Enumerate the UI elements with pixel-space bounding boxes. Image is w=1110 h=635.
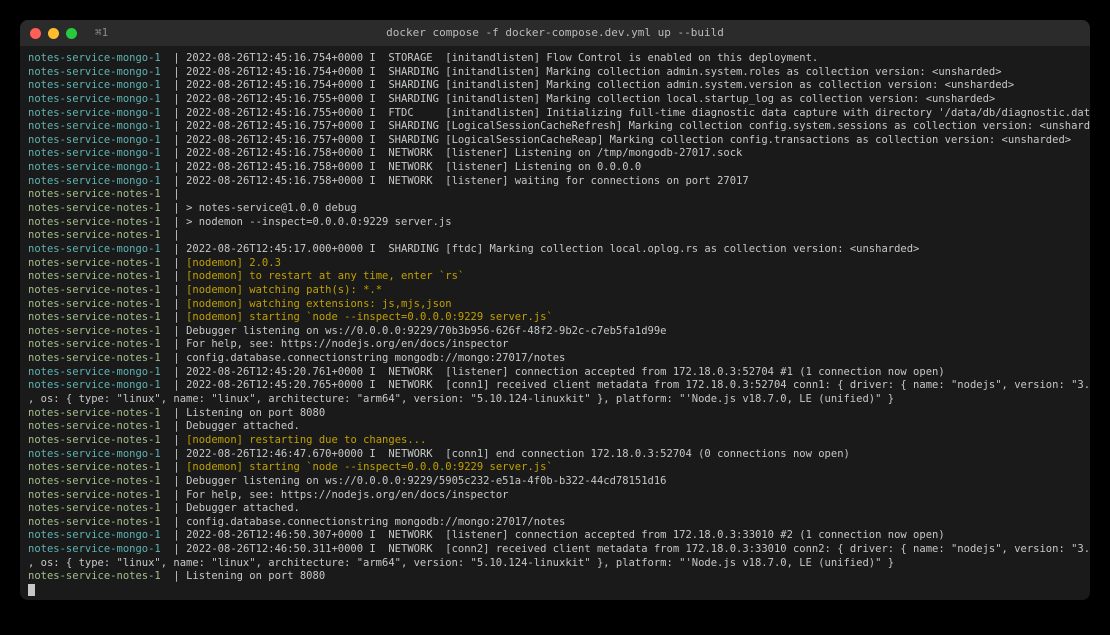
log-line: notes-service-mongo-1 | 2022-08-26T12:45…: [28, 79, 1082, 93]
log-line: notes-service-mongo-1 | 2022-08-26T12:45…: [28, 379, 1082, 393]
log-line: notes-service-notes-1 | > notes-service@…: [28, 202, 1082, 216]
close-icon[interactable]: [30, 28, 41, 39]
terminal-window: ⌘1 docker compose -f docker-compose.dev.…: [20, 20, 1090, 600]
log-line: notes-service-mongo-1 | 2022-08-26T12:45…: [28, 107, 1082, 121]
log-line: notes-service-notes-1 | Listening on por…: [28, 570, 1082, 584]
log-line: notes-service-mongo-1 | 2022-08-26T12:45…: [28, 93, 1082, 107]
log-line: notes-service-mongo-1 | 2022-08-26T12:45…: [28, 366, 1082, 380]
log-line: notes-service-notes-1 | [nodemon] to res…: [28, 270, 1082, 284]
log-line: notes-service-mongo-1 | 2022-08-26T12:45…: [28, 120, 1082, 134]
window-title: docker compose -f docker-compose.dev.yml…: [386, 26, 724, 40]
log-line: notes-service-notes-1 | [nodemon] watchi…: [28, 284, 1082, 298]
log-line: notes-service-notes-1 |: [28, 188, 1082, 202]
terminal-output[interactable]: notes-service-mongo-1 | 2022-08-26T12:45…: [20, 46, 1090, 600]
log-line-continuation: , os: { type: "linux", name: "linux", ar…: [28, 557, 1082, 571]
log-line: notes-service-notes-1 | Listening on por…: [28, 407, 1082, 421]
log-line: notes-service-notes-1 | Debugger listeni…: [28, 475, 1082, 489]
log-line: notes-service-notes-1 | [nodemon] watchi…: [28, 298, 1082, 312]
log-line: notes-service-notes-1 |: [28, 229, 1082, 243]
log-line: notes-service-notes-1 | Debugger listeni…: [28, 325, 1082, 339]
log-line: notes-service-notes-1 | For help, see: h…: [28, 489, 1082, 503]
log-line: notes-service-mongo-1 | 2022-08-26T12:46…: [28, 448, 1082, 462]
log-line-continuation: , os: { type: "linux", name: "linux", ar…: [28, 393, 1082, 407]
log-line: notes-service-notes-1 | config.database.…: [28, 352, 1082, 366]
log-line: notes-service-notes-1 | Debugger attache…: [28, 420, 1082, 434]
tab-label[interactable]: ⌘1: [95, 26, 108, 40]
log-line: notes-service-mongo-1 | 2022-08-26T12:45…: [28, 134, 1082, 148]
traffic-lights: [30, 28, 77, 39]
titlebar: ⌘1 docker compose -f docker-compose.dev.…: [20, 20, 1090, 46]
log-line: notes-service-mongo-1 | 2022-08-26T12:45…: [28, 147, 1082, 161]
log-line: notes-service-notes-1 | Debugger attache…: [28, 502, 1082, 516]
log-line: notes-service-notes-1 | config.database.…: [28, 516, 1082, 530]
log-line: notes-service-notes-1 | [nodemon] starti…: [28, 461, 1082, 475]
maximize-icon[interactable]: [66, 28, 77, 39]
log-line: notes-service-mongo-1 | 2022-08-26T12:46…: [28, 529, 1082, 543]
log-line: notes-service-notes-1 | [nodemon] starti…: [28, 311, 1082, 325]
log-line: notes-service-notes-1 | For help, see: h…: [28, 338, 1082, 352]
log-line: notes-service-mongo-1 | 2022-08-26T12:46…: [28, 543, 1082, 557]
log-line: notes-service-mongo-1 | 2022-08-26T12:45…: [28, 243, 1082, 257]
minimize-icon[interactable]: [48, 28, 59, 39]
log-line: notes-service-mongo-1 | 2022-08-26T12:45…: [28, 175, 1082, 189]
log-line: notes-service-mongo-1 | 2022-08-26T12:45…: [28, 66, 1082, 80]
cursor-line: [28, 584, 1082, 598]
cursor-icon: [28, 584, 35, 596]
log-line: notes-service-mongo-1 | 2022-08-26T12:45…: [28, 52, 1082, 66]
log-line: notes-service-mongo-1 | 2022-08-26T12:45…: [28, 161, 1082, 175]
log-line: notes-service-notes-1 | [nodemon] 2.0.3: [28, 257, 1082, 271]
log-line: notes-service-notes-1 | > nodemon --insp…: [28, 216, 1082, 230]
log-line: notes-service-notes-1 | [nodemon] restar…: [28, 434, 1082, 448]
